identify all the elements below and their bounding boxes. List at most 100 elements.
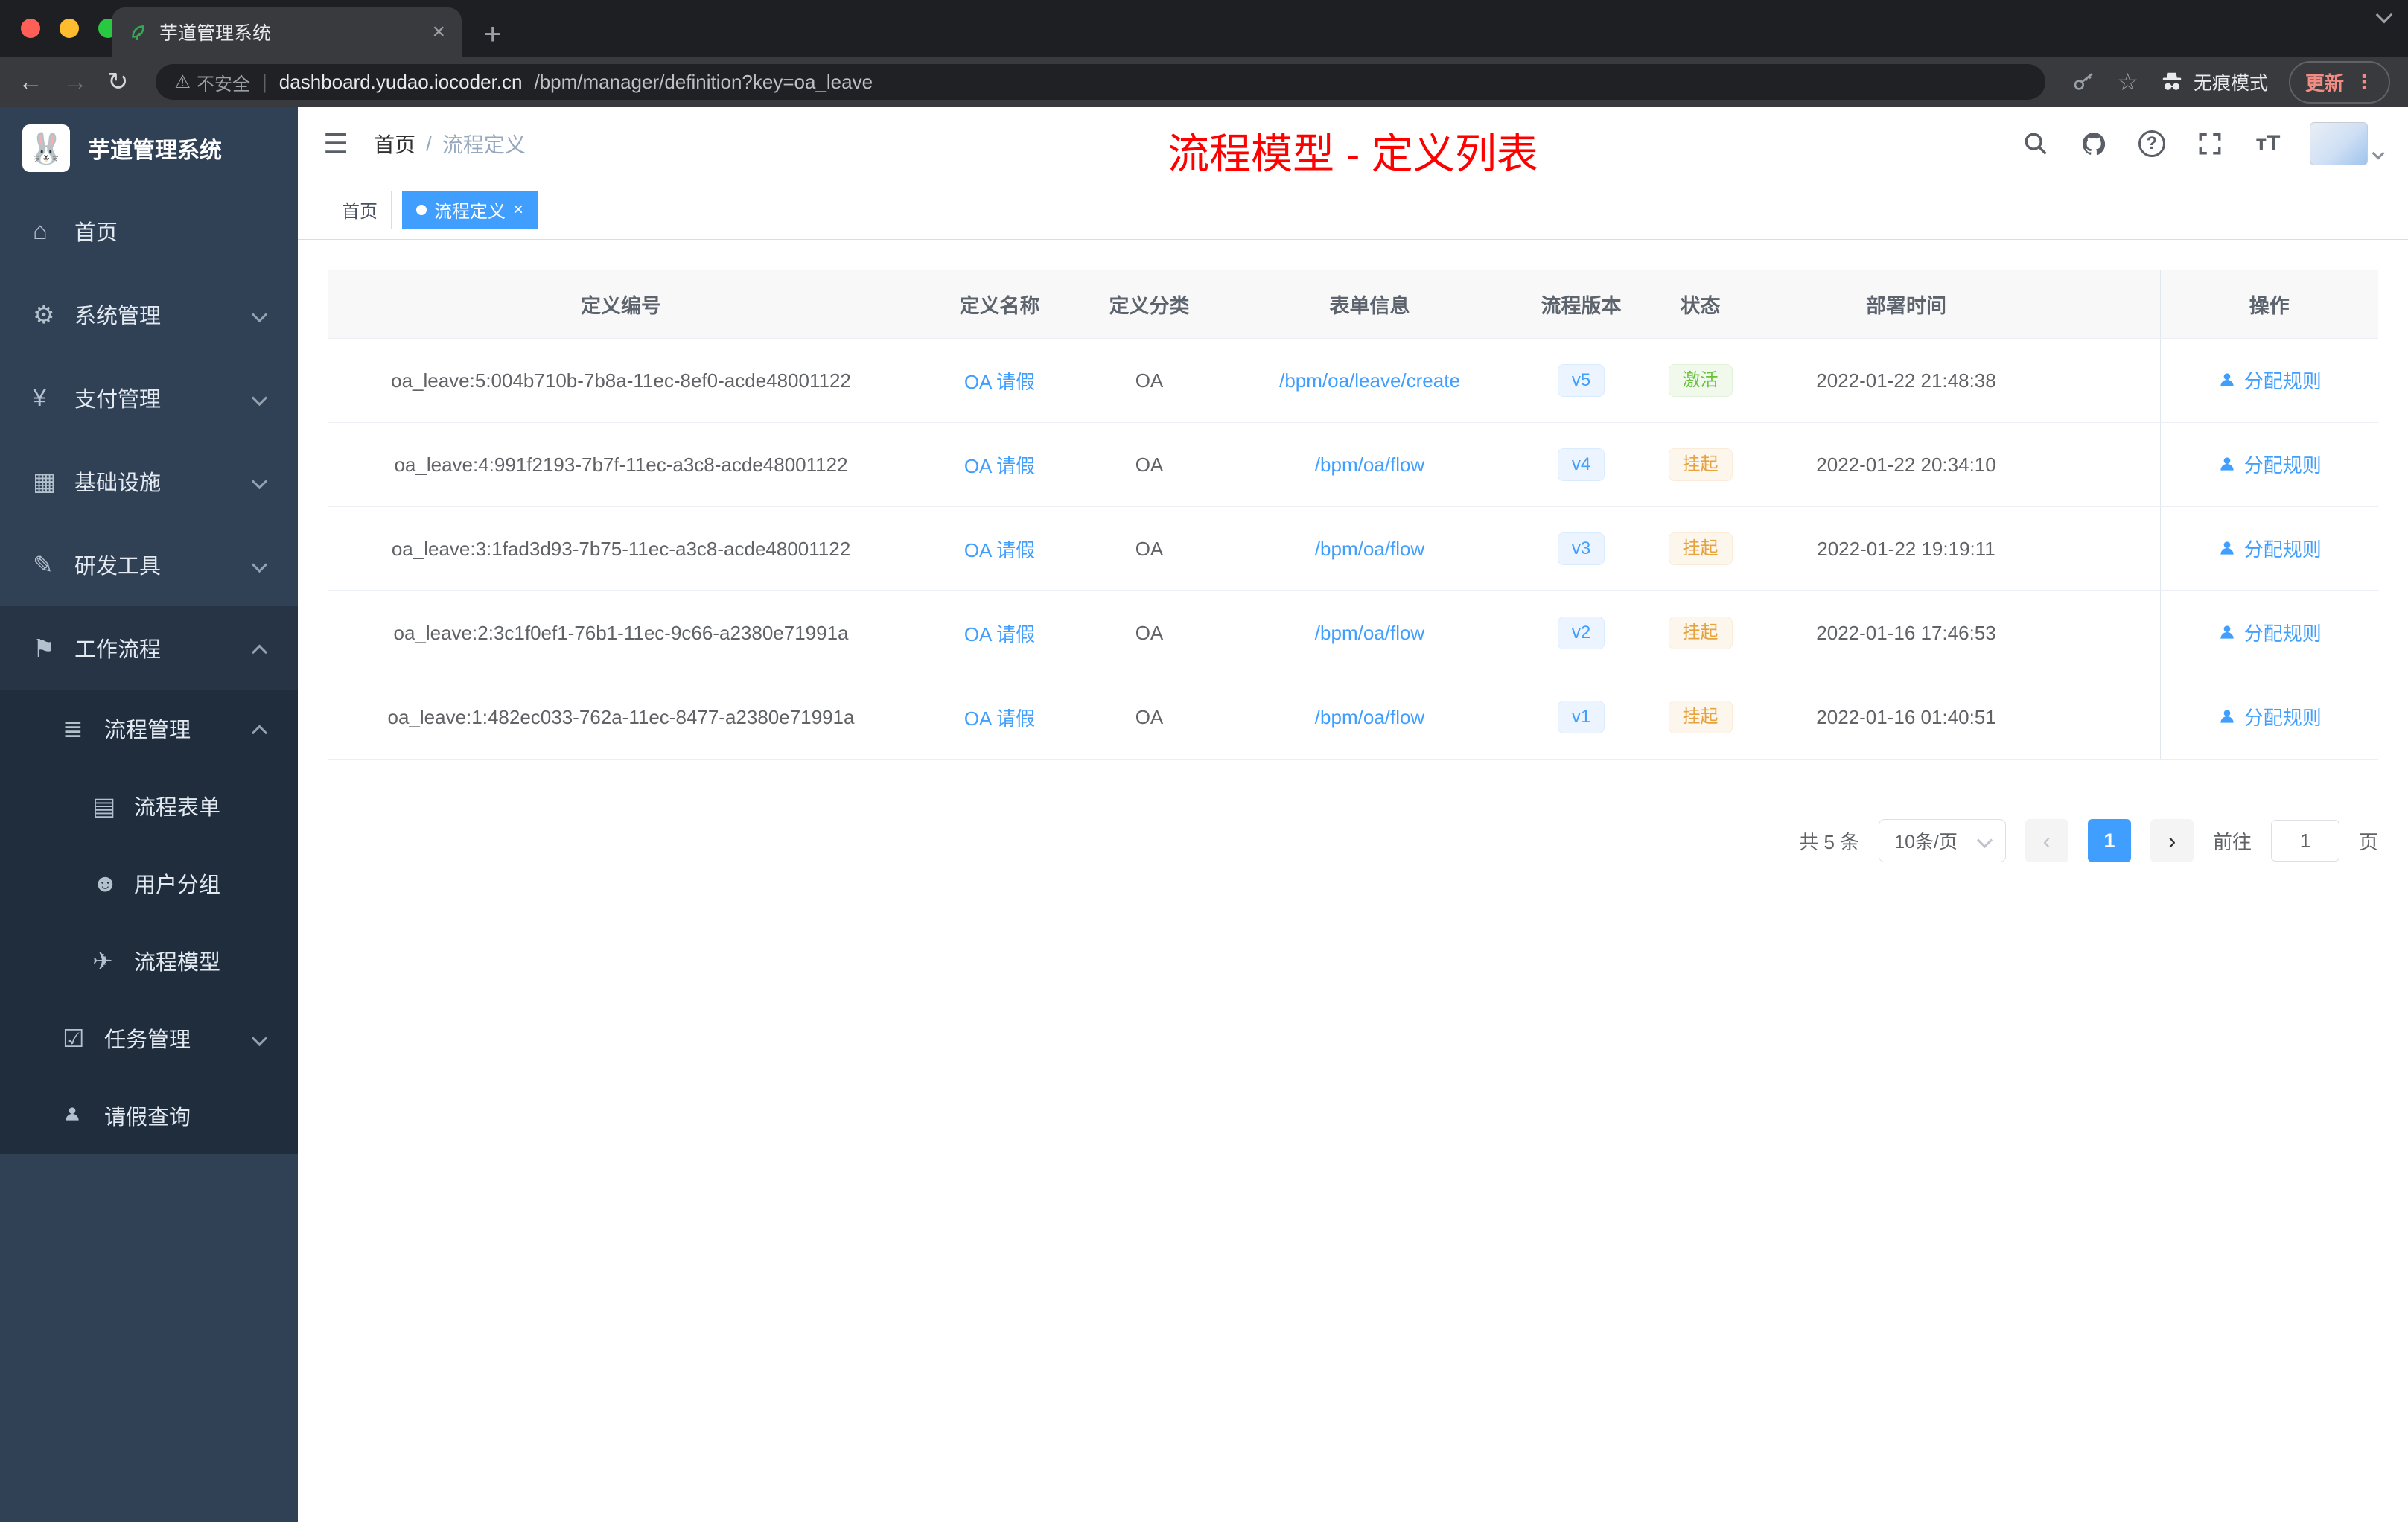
goto-page-input[interactable] (2270, 820, 2339, 862)
form-link[interactable]: /bpm/oa/flow (1315, 706, 1424, 728)
incognito-badge: 无痕模式 (2159, 69, 2268, 95)
font-size-icon[interactable]: тT (2252, 127, 2284, 160)
cell-spacer (2048, 506, 2160, 591)
sidebar-item-payment[interactable]: ¥ 支付管理 (0, 356, 298, 439)
user-avatar[interactable] (2310, 122, 2385, 165)
form-link[interactable]: /bpm/oa/leave/create (1279, 369, 1460, 392)
current-page-button[interactable]: 1 (2087, 819, 2131, 862)
cell-id: oa_leave:2:3c1f0ef1-76b1-11ec-9c66-a2380… (328, 590, 914, 675)
forward-icon[interactable]: → (63, 69, 88, 95)
form-link[interactable]: /bpm/oa/flow (1315, 453, 1424, 476)
security-warning[interactable]: ⚠ 不安全 (175, 69, 251, 95)
cell-category: OA (1085, 422, 1214, 507)
cell-id: oa_leave:1:482ec033-762a-11ec-8477-a2380… (328, 675, 914, 760)
assign-rule-button[interactable]: 分配规则 (2217, 619, 2322, 646)
tag-close-icon[interactable]: × (513, 200, 523, 219)
sidebar-item-workflow[interactable]: ⚑ 工作流程 (0, 606, 298, 690)
chevron-down-icon (2372, 147, 2385, 160)
table-row: oa_leave:1:482ec033-762a-11ec-8477-a2380… (328, 675, 2378, 760)
table-row: oa_leave:4:991f2193-7b7f-11ec-a3c8-acde4… (328, 422, 2378, 507)
sidebar-item-process-model[interactable]: ✈ 流程模型 (0, 922, 298, 999)
sidebar-logo[interactable]: 🐰 芋道管理系统 (0, 107, 298, 189)
assign-rule-button[interactable]: 分配规则 (2217, 703, 2322, 730)
page-content: 定义编号 定义名称 定义分类 表单信息 流程版本 状态 部署时间 操作 oa_l… (298, 240, 2408, 1522)
tag-home[interactable]: 首页 (328, 190, 392, 229)
form-link[interactable]: /bpm/oa/flow (1315, 538, 1424, 560)
definition-name-link[interactable]: OA 请假 (964, 539, 1035, 561)
hamburger-icon[interactable]: ☰ (323, 127, 348, 161)
person-icon (2220, 710, 2234, 723)
next-page-button[interactable]: › (2150, 819, 2194, 862)
sidebar-item-system[interactable]: ⚙ 系统管理 (0, 273, 298, 356)
tab-strip: 芋道管理系统 × + (0, 0, 2408, 57)
cell-category: OA (1085, 675, 1214, 760)
bookmark-star-icon[interactable]: ☆ (2117, 68, 2138, 96)
browser-tab[interactable]: 芋道管理系统 × (112, 7, 462, 57)
new-tab-icon[interactable]: + (484, 19, 501, 49)
sidebar-item-label: 系统管理 (74, 305, 162, 328)
sidebar-item-leave-query[interactable]: 请假查询 (0, 1077, 298, 1154)
column-category: 定义分类 (1085, 270, 1214, 339)
yen-icon: ¥ (33, 383, 47, 411)
cell-deploy-time: 2022-01-16 17:46:53 (1764, 590, 2048, 675)
chevron-down-icon (1976, 832, 1993, 849)
sidebar-item-devtools[interactable]: ✎ 研发工具 (0, 523, 298, 606)
cell-spacer (2048, 675, 2160, 760)
page-size-select[interactable]: 10条/页 (1879, 819, 2006, 862)
assign-rule-button[interactable]: 分配规则 (2217, 535, 2322, 562)
assign-rule-button[interactable]: 分配规则 (2217, 366, 2322, 394)
status-badge: 挂起 (1668, 448, 1733, 482)
minimize-window-icon[interactable] (60, 19, 79, 38)
prev-page-button[interactable]: ‹ (2025, 819, 2068, 862)
status-badge: 挂起 (1668, 532, 1733, 566)
tabstrip-chevron-icon[interactable] (2375, 6, 2393, 24)
sidebar-item-user-group[interactable]: ☻ 用户分组 (0, 844, 298, 922)
definition-name-link[interactable]: OA 请假 (964, 455, 1035, 477)
tool-icon: ✎ (33, 550, 54, 579)
form-link[interactable]: /bpm/oa/flow (1315, 622, 1424, 644)
column-action: 操作 (2159, 270, 2378, 339)
breadcrumb-home[interactable]: 首页 (374, 129, 415, 159)
person-icon (2220, 625, 2234, 639)
definition-name-link[interactable]: OA 请假 (964, 707, 1035, 730)
key-icon[interactable] (2072, 70, 2096, 94)
definition-table: 定义编号 定义名称 定义分类 表单信息 流程版本 状态 部署时间 操作 oa_l… (328, 270, 2378, 760)
tag-process-definition[interactable]: 流程定义 × (402, 190, 538, 229)
fullscreen-icon[interactable] (2194, 127, 2226, 160)
url-field[interactable]: ⚠ 不安全 | dashboard.yudao.iocoder.cn /bpm/… (155, 64, 2046, 100)
url-path: /bpm/manager/definition?key=oa_leave (534, 70, 873, 93)
reload-icon[interactable]: ↻ (107, 69, 129, 95)
goto-unit: 页 (2358, 830, 2378, 853)
status-badge: 挂起 (1668, 700, 1733, 734)
browser-menu-icon[interactable]: ⋮ (2354, 71, 2374, 94)
github-icon[interactable] (2077, 127, 2110, 160)
update-button[interactable]: 更新 ⋮ (2288, 60, 2390, 104)
sidebar-item-home[interactable]: ⌂ 首页 (0, 189, 298, 273)
definition-name-link[interactable]: OA 请假 (964, 371, 1035, 393)
chevron-up-icon (251, 725, 268, 741)
assign-rule-button[interactable]: 分配规则 (2217, 450, 2322, 478)
person-icon (2220, 457, 2234, 471)
close-window-icon[interactable] (21, 19, 40, 38)
back-icon[interactable]: ← (18, 69, 43, 95)
help-icon[interactable]: ? (2135, 127, 2168, 160)
briefcase-icon: ⚑ (33, 634, 55, 662)
chevron-down-icon (251, 556, 268, 573)
sidebar-item-label: 请假查询 (104, 1106, 191, 1130)
sidebar-item-label: 任务管理 (104, 1028, 191, 1052)
definition-name-link[interactable]: OA 请假 (964, 623, 1035, 646)
cell-id: oa_leave:5:004b710b-7b8a-11ec-8ef0-acde4… (328, 338, 914, 423)
sidebar-item-process-mgmt[interactable]: ≣ 流程管理 (0, 690, 298, 767)
search-icon[interactable] (2019, 127, 2052, 160)
warning-icon: ⚠ (174, 71, 191, 92)
cell-category: OA (1085, 590, 1214, 675)
logo-avatar: 🐰 (22, 124, 70, 172)
avatar[interactable] (2310, 122, 2368, 165)
pagination: 共 5 条 10条/页 ‹ 1 › 前往 页 (328, 819, 2378, 907)
sidebar-item-task-mgmt[interactable]: ☑ 任务管理 (0, 999, 298, 1077)
tab-close-icon[interactable]: × (432, 21, 445, 43)
page-size-value: 10条/页 (1894, 832, 1958, 853)
sidebar-item-infra[interactable]: ▦ 基础设施 (0, 439, 298, 523)
cell-spacer (2048, 590, 2160, 675)
sidebar-item-process-form[interactable]: ▤ 流程表单 (0, 767, 298, 844)
